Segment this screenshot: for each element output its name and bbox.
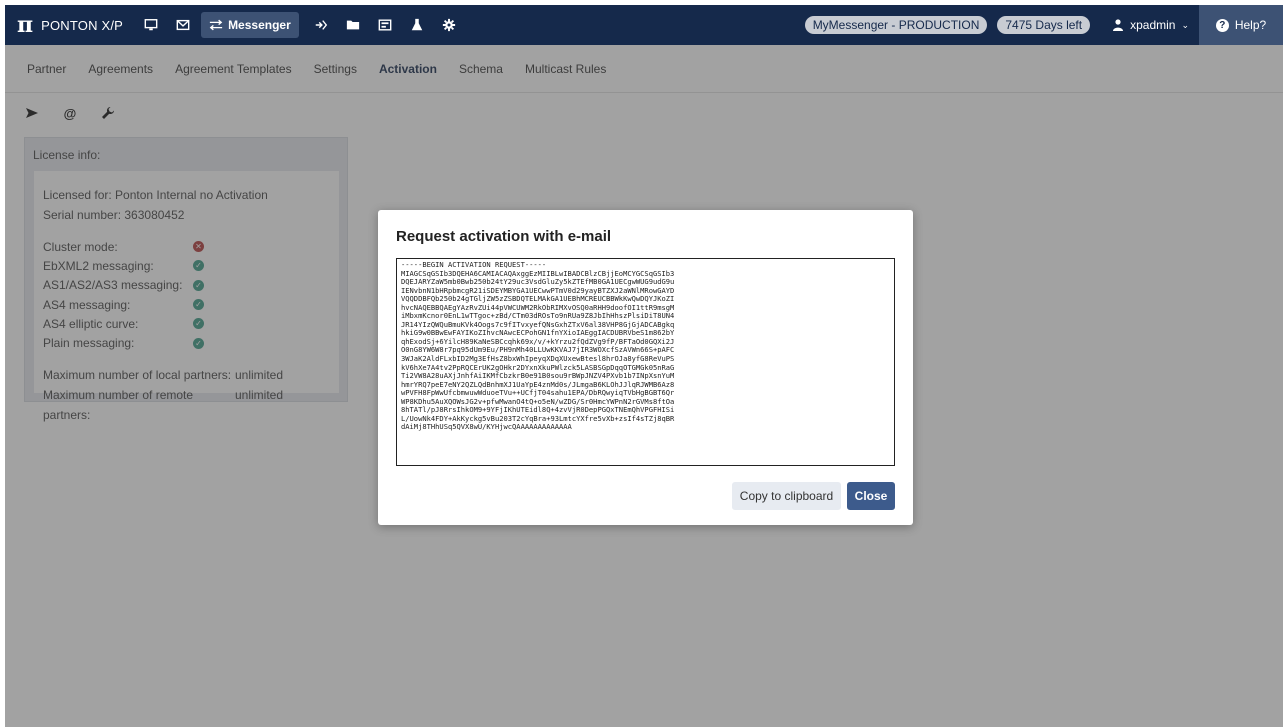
mail-icon[interactable] (169, 11, 197, 39)
top-navbar: π PONTON X/P Messenger MyMessenger - PRO… (5, 5, 1283, 45)
license-days-badge: 7475 Days left (997, 16, 1091, 34)
main-nav: Messenger (137, 5, 467, 45)
chevron-down-icon: ⌄ (1181, 19, 1189, 30)
logo: π (17, 12, 34, 38)
gear-icon[interactable] (435, 11, 463, 39)
route-icon[interactable] (307, 11, 335, 39)
card-icon[interactable] (371, 11, 399, 39)
copy-to-clipboard-button[interactable]: Copy to clipboard (732, 482, 841, 510)
swap-arrows-icon (209, 19, 223, 31)
user-icon (1113, 19, 1124, 31)
app-name: PONTON X/P (41, 17, 124, 33)
flask-icon[interactable] (403, 11, 431, 39)
activation-email-dialog: Request activation with e-mail -----BEGI… (378, 210, 913, 525)
help-icon: ? (1215, 18, 1229, 32)
messenger-nav-button[interactable]: Messenger (201, 12, 299, 38)
user-menu[interactable]: xpadmin ⌄ (1112, 18, 1189, 32)
topbar-right: MyMessenger - PRODUCTION 7475 Days left … (804, 5, 1283, 45)
brand[interactable]: π PONTON X/P (17, 14, 123, 36)
dialog-title: Request activation with e-mail (396, 228, 612, 245)
close-button[interactable]: Close (847, 482, 895, 510)
activation-request-textarea[interactable]: -----BEGIN ACTIVATION REQUEST----- MIAGC… (396, 258, 895, 466)
username: xpadmin (1130, 18, 1176, 32)
help-button[interactable]: ? Help? (1199, 5, 1283, 45)
monitor-icon[interactable] (137, 11, 165, 39)
messenger-label: Messenger (228, 18, 291, 32)
environment-badge: MyMessenger - PRODUCTION (804, 16, 988, 34)
help-label: Help? (1234, 18, 1267, 32)
folder-icon[interactable] (339, 11, 367, 39)
